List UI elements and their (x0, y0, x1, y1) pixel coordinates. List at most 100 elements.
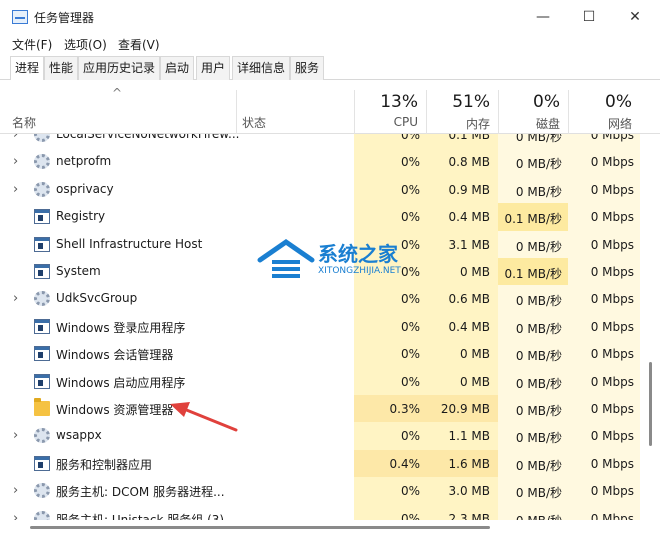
cpu-value: 0% (400, 292, 420, 307)
cpu-value: 0% (400, 374, 420, 389)
chevron-right-icon[interactable]: › (13, 428, 18, 443)
network-value: 0 Mbps (590, 134, 634, 142)
chevron-right-icon[interactable]: › (13, 511, 18, 520)
memory-value: 0.6 MB (448, 292, 490, 307)
memory-value: 0 MB (459, 265, 490, 279)
menu-bar: 文件(F) 选项(O) 查看(V) (0, 34, 660, 54)
vertical-scrollbar[interactable] (648, 134, 654, 520)
cpu-value: 0% (400, 429, 420, 444)
network-value: 0 Mbps (590, 347, 634, 362)
process-name: Windows 资源管理器 (56, 403, 174, 417)
disk-value: 0.1 MB/秒 (504, 212, 562, 227)
chevron-right-icon[interactable]: › (13, 291, 18, 306)
close-button[interactable]: ✕ (612, 4, 658, 30)
process-row[interactable]: 服务和控制器应用 0.4% 1.6 MB 0 MB/秒 0 Mbps (0, 449, 650, 478)
process-row[interactable]: Windows 启动应用程序 0% 0 MB 0 MB/秒 0 Mbps (0, 367, 650, 395)
minimize-button[interactable]: — (520, 4, 566, 30)
process-row[interactable]: Windows 会话管理器 0% 0 MB 0 MB/秒 0 Mbps (0, 340, 650, 368)
process-row[interactable]: › netprofm 0% 0.8 MB 0 MB/秒 0 Mbps (0, 148, 650, 176)
maximize-button[interactable]: ☐ (566, 4, 612, 30)
app-icon (34, 373, 50, 389)
process-name: osprivacy (56, 181, 114, 196)
process-row[interactable]: Windows 登录应用程序 0% 0.4 MB 0 MB/秒 0 Mbps (0, 312, 650, 341)
process-row[interactable]: › 服务主机: Unistack 服务组 (3) 0% 2.3 MB 0 MB/秒 0 M… (0, 504, 650, 520)
memory-value: 0 MB (459, 374, 490, 389)
process-row[interactable]: › UdkSvcGroup 0% 0.6 MB 0 MB/秒 0 Mbps (0, 285, 650, 313)
disk-value: 0 MB/秒 (515, 157, 562, 172)
chevron-right-icon[interactable]: › (13, 483, 18, 498)
cpu-value: 0% (400, 182, 420, 197)
cpu-value: 0% (400, 319, 420, 334)
menu-options[interactable]: 选项(O) (64, 36, 107, 53)
vertical-scroll-thumb[interactable] (649, 362, 652, 446)
cpu-value: 0.4% (389, 456, 421, 471)
horizontal-scroll-thumb[interactable] (30, 526, 490, 529)
cpu-value: 0.3% (389, 402, 421, 416)
disk-value: 0 MB/秒 (515, 486, 562, 501)
network-value: 0 Mbps (590, 429, 634, 444)
cpu-value: 0% (400, 210, 420, 225)
process-row[interactable]: › wsappx 0% 1.1 MB 0 MB/秒 0 Mbps (0, 422, 650, 450)
disk-total: 0% (533, 92, 560, 112)
gear-icon (34, 510, 50, 520)
gear-icon (34, 428, 50, 444)
menu-file[interactable]: 文件(F) (12, 36, 52, 53)
cpu-value: 0% (400, 155, 420, 170)
tab-services[interactable]: 服务 (290, 56, 325, 80)
disk-value: 0 MB/秒 (515, 134, 562, 144)
process-name: LocalServiceNoNetworkFirew... (56, 134, 240, 141)
column-network[interactable]: 0% 网络 (568, 80, 640, 134)
network-value: 0 Mbps (590, 265, 634, 279)
process-row[interactable]: › osprivacy 0% 0.9 MB 0 MB/秒 0 Mbps (0, 175, 650, 204)
network-value: 0 Mbps (590, 484, 634, 499)
gear-icon (34, 134, 50, 142)
network-value: 0 Mbps (590, 456, 634, 471)
tab-processes[interactable]: 进程 (10, 56, 45, 81)
network-value: 0 Mbps (590, 319, 634, 334)
title-bar: 任务管理器 — ☐ ✕ (0, 0, 660, 34)
disk-value: 0.1 MB/秒 (504, 267, 562, 281)
tab-details[interactable]: 详细信息 (232, 56, 291, 80)
chevron-right-icon[interactable]: › (13, 182, 18, 197)
process-row[interactable]: Registry 0% 0.4 MB 0.1 MB/秒 0 Mbps (0, 203, 650, 231)
tab-bar: 进程 性能 应用历史记录 启动 用户 详细信息 服务 (0, 56, 660, 81)
cpu-total: 13% (380, 92, 418, 112)
menu-view[interactable]: 查看(V) (118, 36, 160, 53)
tab-performance[interactable]: 性能 (44, 56, 79, 80)
column-status[interactable]: 状态 (242, 114, 266, 131)
task-manager-icon (12, 10, 28, 24)
process-row[interactable]: Windows 资源管理器 0.3% 20.9 MB 0 MB/秒 0 Mbps (0, 395, 650, 423)
process-name: Shell Infrastructure Host (56, 236, 203, 251)
gear-icon (34, 483, 50, 499)
network-value: 0 Mbps (590, 511, 634, 520)
column-disk[interactable]: 0% 磁盘 (498, 80, 568, 134)
column-name[interactable]: 名称 (12, 114, 36, 131)
watermark-text: 系统之家 (318, 242, 398, 266)
chevron-right-icon[interactable]: › (13, 134, 18, 142)
app-icon (34, 318, 50, 334)
tab-users[interactable]: 用户 (196, 56, 231, 80)
network-value: 0 Mbps (590, 182, 634, 197)
chevron-right-icon[interactable]: › (13, 154, 18, 169)
tab-app-history[interactable]: 应用历史记录 (78, 56, 161, 80)
network-value: 0 Mbps (590, 402, 634, 416)
column-header: ^ 名称 状态 13% CPU 51% 内存 0% 磁盘 0% 网络 (0, 80, 660, 134)
app-icon (34, 236, 50, 252)
disk-value: 0 MB/秒 (515, 404, 562, 418)
process-row[interactable]: › 服务主机: DCOM 服务器进程... 0% 3.0 MB 0 MB/秒 0 Mbps (0, 477, 650, 505)
network-value: 0 Mbps (590, 292, 634, 307)
sort-arrow-icon: ^ (112, 86, 123, 100)
cpu-label: CPU (393, 115, 418, 129)
disk-value: 0 MB/秒 (498, 512, 562, 520)
disk-value: 0 MB/秒 (515, 349, 562, 364)
horizontal-scrollbar[interactable] (0, 520, 650, 536)
process-row[interactable]: › LocalServiceNoNetworkFirew... 0% 0.1 MB 0 … (0, 134, 650, 149)
column-cpu[interactable]: 13% CPU (354, 80, 426, 134)
memory-value: 20.9 MB (440, 402, 490, 416)
tab-startup[interactable]: 启动 (160, 56, 195, 80)
column-divider[interactable] (236, 90, 237, 134)
process-name: UdkSvcGroup (56, 291, 138, 306)
disk-value: 0 MB/秒 (515, 239, 562, 254)
memory-value: 3.1 MB (448, 237, 490, 252)
column-memory[interactable]: 51% 内存 (426, 80, 498, 134)
